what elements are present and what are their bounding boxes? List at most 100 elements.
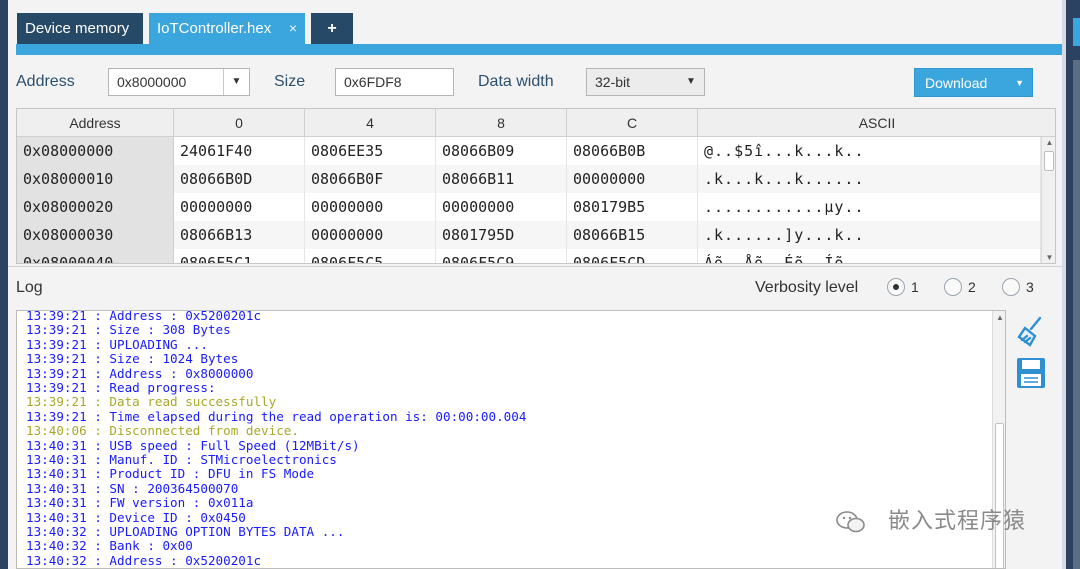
grid-cell[interactable]: 00000000 [305,221,436,249]
address-value: 0x8000000 [117,74,187,90]
column-header-ascii[interactable]: ASCII [698,109,1055,137]
row-address[interactable]: 0x08000030 [17,221,174,249]
verbosity-label: Verbosity level [755,279,859,296]
broom-clear-icon[interactable] [1013,314,1049,348]
log-line: 13:39:21 : Read progress: [26,380,216,395]
grid-cell[interactable]: 08066B09 [436,137,567,165]
chevron-down-icon[interactable]: ▼ [678,69,704,95]
row-address[interactable]: 0x08000020 [17,193,174,221]
log-line: 13:40:32 : Bank : 0x00 [26,538,193,554]
ascii-cell[interactable]: Áõ..Åõ..Éõ..Íõ.. [698,249,1041,263]
column-header-c[interactable]: C [567,109,698,137]
grid-cell[interactable]: 080179B5 [567,193,698,221]
log-line: 13:39:21 : Time elapsed during the read … [26,408,527,424]
grid-cell[interactable]: 0806F5C1 [174,249,305,263]
save-floppy-icon[interactable] [1013,356,1049,390]
grid-cell[interactable]: 0806EE35 [305,137,436,165]
grid-cell[interactable]: 0801795D [436,221,567,249]
grid-cell[interactable]: 0806F5C9 [436,249,567,263]
verbosity-radio-3[interactable] [1002,278,1020,296]
size-label: Size [274,73,306,90]
grid-cell[interactable]: 00000000 [305,193,436,221]
log-line: 13:40:31 : Device ID : 0x0450 [26,509,246,525]
scroll-thumb[interactable] [995,423,1004,568]
scroll-down-icon[interactable]: ▼ [1042,252,1055,263]
column-header-address[interactable]: Address [17,109,174,137]
download-button[interactable]: Download ▼ [914,68,1033,97]
data-width-value: 32-bit [595,74,631,90]
verbosity-radio-2[interactable] [944,278,962,296]
tab-iotcontroller-hex[interactable]: IoTController.hex × [149,13,305,44]
address-label: Address [16,73,75,90]
data-width-label: Data width [478,73,554,90]
plus-icon: + [327,20,337,37]
log-line: 13:40:31 : Product ID : DFU in FS Mode [26,466,315,482]
row-address[interactable]: 0x08000010 [17,165,174,193]
log-line: 13:39:21 : Size : 1024 Bytes [26,351,239,367]
scroll-thumb[interactable] [1044,151,1054,171]
chevron-down-icon[interactable]: ▼ [1015,69,1024,98]
watermark-text: 嵌入式程序猿 [888,508,1027,533]
ascii-cell[interactable]: .k......]y...k.. [698,221,1041,249]
edge-divider [1062,0,1066,569]
column-header-4[interactable]: 4 [305,109,436,137]
tab-label: Device memory [25,20,130,37]
side-scroll-region [1073,60,1080,569]
window-right-edge [1062,0,1080,569]
grid-cell[interactable]: 08066B0D [174,165,305,193]
size-value: 0x6FDF8 [344,74,402,90]
memory-grid: Address 0 4 8 C ASCII 0x08000000 24061F4… [16,108,1056,264]
log-line: 13:39:21 : Address : 0x5200201c [26,310,262,323]
log-line: 13:40:32 : Address : 0x5200201c [26,552,262,568]
section-divider [8,266,1062,267]
download-label: Download [925,75,988,91]
log-line: 13:40:31 : USB speed : Full Speed (12MBi… [26,437,360,453]
ascii-cell[interactable]: @..$5î...k...k.. [698,137,1041,165]
log-line: 13:39:21 : Size : 308 Bytes [26,322,231,338]
grid-cell[interactable]: 08066B11 [436,165,567,193]
grid-cell[interactable]: 00000000 [436,193,567,221]
column-header-0[interactable]: 0 [174,109,305,137]
grid-cell[interactable]: 0806F5CD [567,249,698,263]
chevron-down-icon[interactable]: ▼ [223,69,249,95]
window-left-edge [0,0,8,569]
grid-cell[interactable]: 00000000 [567,165,698,193]
log-line: 13:40:06 : Disconnected from device. [26,423,299,439]
ascii-cell[interactable]: .k...k...k...... [698,165,1041,193]
add-tab-button[interactable]: + [311,13,353,44]
tab-bar: Device memory IoTController.hex × + [8,0,1062,44]
log-label: Log [16,279,43,296]
verbosity-option-label: 3 [1026,279,1034,295]
log-line: 13:39:21 : Address : 0x8000000 [26,365,254,381]
address-combo[interactable]: 0x8000000 ▼ [108,68,250,96]
grid-cell[interactable]: 08066B0B [567,137,698,165]
radio-selected-dot [893,284,899,290]
scroll-up-icon[interactable]: ▲ [1042,137,1055,149]
log-line: 13:40:31 : FW version : 0x011a [26,495,254,511]
tab-underline [16,44,1062,55]
size-input[interactable]: 0x6FDF8 [335,68,454,96]
accent-marker [1073,18,1080,46]
grid-cell[interactable]: 24061F40 [174,137,305,165]
verbosity-option-label: 1 [911,279,919,295]
grid-cell[interactable]: 08066B13 [174,221,305,249]
grid-cell[interactable]: 08066B15 [567,221,698,249]
grid-cell[interactable]: 00000000 [174,193,305,221]
column-header-8[interactable]: 8 [436,109,567,137]
data-width-select[interactable]: 32-bit ▼ [586,68,705,96]
log-line: 13:39:21 : Data read successfully [26,394,277,410]
row-address[interactable]: 0x08000040 [17,249,174,263]
tab-label: IoTController.hex [157,20,272,37]
grid-scrollbar[interactable]: ▲ ▼ [1041,137,1055,263]
log-line: 13:40:31 : Manuf. ID : STMicroelectronic… [26,452,337,467]
grid-cell[interactable]: 08066B0F [305,165,436,193]
wechat-icon [836,511,865,533]
close-icon[interactable]: × [289,13,297,44]
grid-cell[interactable]: 0806F5C5 [305,249,436,263]
log-line: 13:40:32 : UPLOADING OPTION BYTES DATA .… [26,524,345,539]
row-address[interactable]: 0x08000000 [17,137,174,165]
ascii-cell[interactable]: ............µy.. [698,193,1041,221]
tab-device-memory[interactable]: Device memory [17,13,143,44]
scroll-up-icon[interactable]: ▲ [993,313,1005,322]
verbosity-radio-1[interactable] [887,278,905,296]
